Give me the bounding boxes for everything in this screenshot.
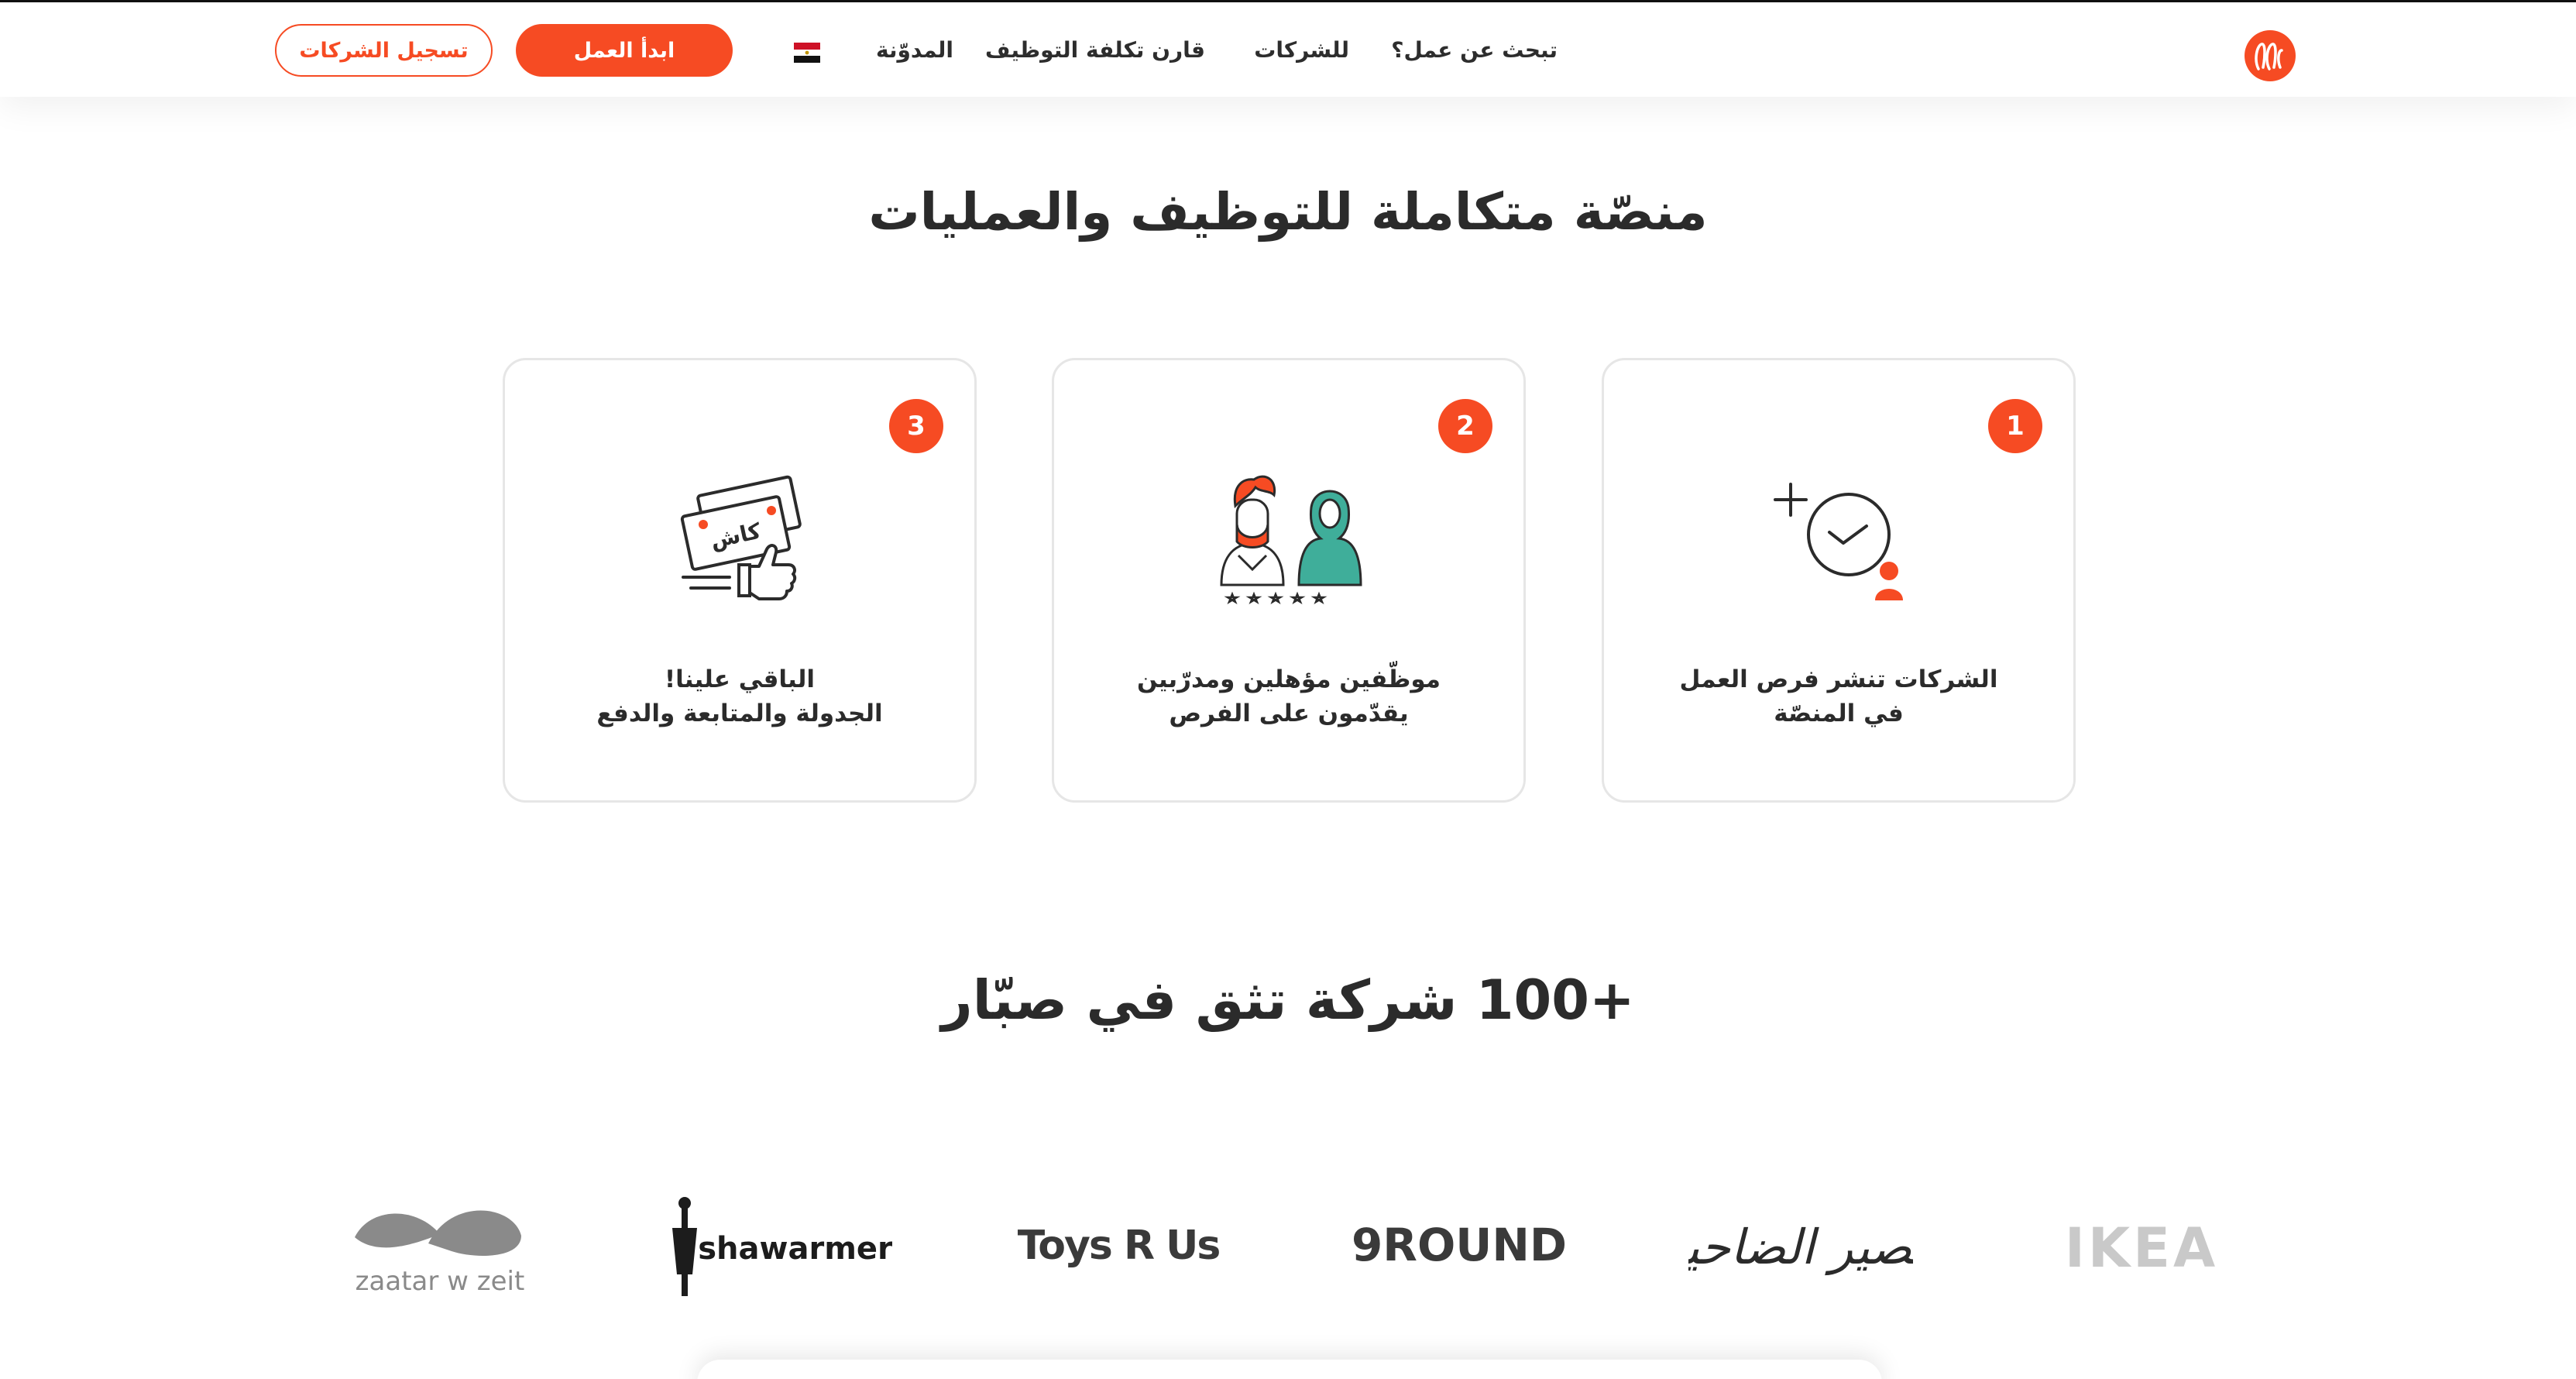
ikea-logo-text: IKEA — [2065, 1216, 2218, 1280]
trusted-companies-title: +100 شركة تثق في صبّار — [941, 968, 1635, 1032]
step-line-1: الباقي علينا! — [665, 665, 815, 693]
cash-thumbs-up-icon: كاش — [680, 475, 802, 600]
step-description: الشركات تنشر فرص العمل في المنصّة — [1604, 662, 2073, 731]
step-line-2: في المنصّة — [1774, 700, 1904, 727]
step-card-1: 1 الشركات تنشر فرص العمل في المنصّة — [1602, 358, 2076, 803]
9round-logo: 9ROUND — [1352, 1219, 1567, 1271]
nav-link-companies[interactable]: للشركات — [1254, 35, 1349, 66]
step-card-3: 3 كاش الباقي علينا! الجدولة والمتابعة وا… — [503, 358, 977, 803]
toys-r-us-logo: Toys R Us — [1018, 1223, 1221, 1269]
step-number-badge: 1 — [1988, 399, 2042, 453]
nav-link-jobs[interactable]: تبحث عن عمل؟ — [1391, 35, 1558, 66]
nineround-logo-text: 9ROUND — [1352, 1219, 1567, 1271]
nav-link-compare-cost[interactable]: قارن تكلفة التوظيف — [985, 35, 1205, 66]
start-work-button[interactable]: ابدأ العمل — [516, 24, 733, 77]
step-line-2: الجدولة والمتابعة والدفع — [596, 700, 883, 727]
step-number-badge: 2 — [1438, 399, 1492, 453]
ikea-logo: IKEA — [2065, 1216, 2218, 1280]
step-line-1: موظّفين مؤهلين ومدرّبين — [1136, 665, 1441, 693]
step-number-badge: 3 — [889, 399, 943, 453]
clock-check-icon — [1774, 483, 1903, 600]
register-companies-button[interactable]: تسجيل الشركات — [275, 24, 493, 77]
step-line-2: يقدّمون على الفرص — [1169, 700, 1409, 727]
step-description: الباقي علينا! الجدولة والمتابعة والدفع — [505, 662, 974, 731]
asir-logo-text: عصير الضاحية — [1688, 1219, 1913, 1276]
zaatar-w-zeit-logo: zaatar w zeit — [355, 1210, 525, 1297]
shawarmer-logo-text: shawarmer — [698, 1231, 892, 1267]
toys-logo-text: Toys R Us — [1018, 1223, 1220, 1269]
next-section-edge — [697, 1360, 1882, 1379]
platform-title: منصّة متكاملة للتوظيف والعمليات — [868, 182, 1708, 242]
egypt-flag-icon[interactable] — [794, 43, 820, 63]
nav-link-blog[interactable]: المدوّنة — [876, 35, 953, 66]
navbar: تبحث عن عمل؟ للشركات قارن تكلفة التوظيف … — [0, 2, 2576, 97]
sabbar-logo-icon[interactable] — [2243, 29, 2297, 83]
asir-aldahia-logo: عصير الضاحية — [1688, 1219, 1913, 1276]
step-description: موظّفين مؤهلين ومدرّبين يقدّمون على الفر… — [1054, 662, 1523, 731]
workers-rating-icon — [1220, 475, 1362, 604]
zaatar-logo-text: zaatar w zeit — [355, 1266, 525, 1297]
step-line-1: الشركات تنشر فرص العمل — [1679, 665, 1998, 693]
step-card-2: 2 موظّفين مؤهلين ومدرّبين يقدّمون على ال… — [1052, 358, 1526, 803]
shawarmer-logo: shawarmer — [672, 1197, 892, 1296]
